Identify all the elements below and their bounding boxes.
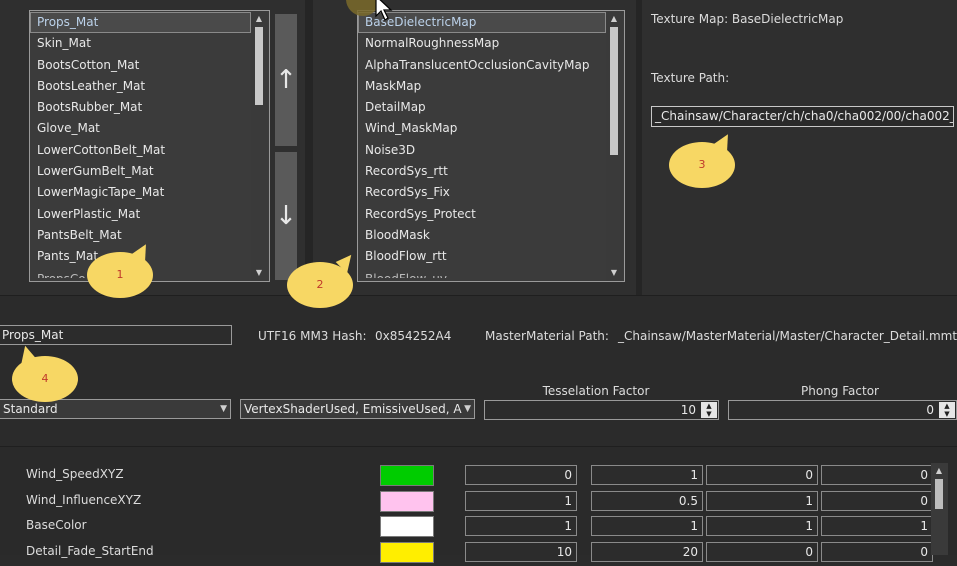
scroll-down-arrow-icon[interactable]: ▼ — [251, 265, 267, 281]
mouse-cursor-icon — [375, 0, 393, 21]
param-value-field[interactable]: 0.5 — [591, 490, 703, 511]
texture-list-item[interactable]: RecordSys_rtt — [358, 161, 606, 182]
material-list-item[interactable]: Props_Mat — [30, 12, 251, 34]
texture-list-item[interactable]: RecordSys_Protect — [358, 204, 606, 225]
tesselation-factor-value: 10 — [680, 403, 696, 417]
phong-factor-value: 0 — [926, 403, 934, 417]
scroll-thumb[interactable] — [935, 479, 943, 509]
chevron-down-icon: ▼ — [462, 400, 471, 418]
color-swatch[interactable] — [380, 541, 434, 563]
annotation-bubble-3: 3 — [669, 142, 735, 188]
material-list-item[interactable]: BootsRubber_Mat — [30, 97, 251, 118]
hash-value: 0x854252A4 — [375, 329, 452, 343]
material-list-item[interactable]: LowerGumBelt_Mat — [30, 161, 251, 182]
param-row: Wind_SpeedXYZ 0 1 0 0 — [0, 463, 933, 489]
param-name: Wind_InfluenceXYZ — [26, 492, 142, 507]
texture-path-field[interactable]: _Chainsaw/Character/ch/cha0/cha002/00/ch… — [651, 106, 954, 127]
material-list[interactable]: Props_Mat Skin_Mat BootsCotton_Mat BootsLea… — [29, 10, 270, 282]
move-up-button[interactable]: ↑ — [275, 14, 297, 146]
param-value-field[interactable]: 0 — [465, 465, 577, 485]
scroll-up-arrow-icon[interactable]: ▲ — [251, 11, 267, 27]
param-value-field[interactable]: 1 — [706, 516, 818, 536]
phong-factor-label: Phong Factor — [801, 384, 879, 398]
scroll-up-arrow-icon[interactable]: ▲ — [606, 11, 622, 27]
annotation-bubble-4: 4 — [12, 356, 78, 402]
param-value-field[interactable]: 0 — [821, 541, 933, 562]
annotation-bubble-1: 1 — [87, 252, 153, 298]
material-list-item[interactable]: Skin_Mat — [30, 33, 251, 54]
annotation-bubble-2: 2 — [287, 262, 353, 308]
shader-flags-select[interactable]: VertexShaderUsed, EmissiveUsed, Al ▼ — [240, 399, 475, 419]
material-list-item[interactable]: LowerMagicTape_Mat — [30, 182, 251, 203]
param-value-field[interactable]: 10 — [465, 541, 577, 562]
tesselation-factor-input[interactable]: 10 ▲ ▼ — [484, 400, 719, 420]
texture-list-item[interactable]: NormalRoughnessMap — [358, 33, 606, 54]
texture-list[interactable]: BaseDielectricMap NormalRoughnessMap Alpha… — [357, 10, 625, 282]
texture-list-item[interactable]: BloodFlow_uv — [358, 268, 606, 278]
shading-mode-select[interactable]: Standard ▼ — [0, 399, 231, 419]
texture-list-scrollbar[interactable]: ▲ ▼ — [606, 11, 623, 281]
panel-divider — [305, 0, 313, 295]
param-row: Detail_Fade_StartEnd 10 20 0 0 — [0, 540, 933, 566]
arrow-up-icon: ↑ — [275, 65, 297, 95]
color-swatch[interactable] — [380, 516, 434, 537]
param-value-field[interactable]: 0 — [706, 465, 818, 485]
hash-label: UTF16 MM3 Hash: — [258, 329, 367, 343]
phong-factor-input[interactable]: 0 ▲ ▼ — [728, 400, 957, 420]
chevron-down-icon: ▼ — [220, 404, 227, 414]
material-list-item[interactable]: LowerCottonBelt_Mat — [30, 140, 251, 161]
color-swatch[interactable] — [380, 465, 434, 486]
texture-map-label: Texture Map: BaseDielectricMap — [651, 12, 844, 26]
material-list-item[interactable]: BootsCotton_Mat — [30, 55, 251, 76]
param-value-field[interactable]: 1 — [465, 516, 577, 536]
scroll-up-arrow-icon[interactable]: ▲ — [931, 463, 947, 479]
texture-path-label: Texture Path: — [651, 71, 730, 85]
param-value-field[interactable]: 0 — [821, 490, 933, 511]
param-value-field[interactable]: 20 — [591, 541, 703, 562]
material-properties-panel — [0, 295, 957, 446]
texture-list-item[interactable]: Noise3D — [358, 140, 606, 161]
param-row: BaseColor 1 1 1 1 — [0, 514, 933, 540]
parameters-panel: Wind_SpeedXYZ 0 1 0 0 Wind_InfluenceXYZ 1 0.5 1 0… — [0, 446, 957, 563]
param-row: Wind_InfluenceXYZ 1 0.5 1 0 — [0, 489, 933, 515]
texture-list-item[interactable]: DetailMap — [358, 97, 606, 118]
param-value-field[interactable]: 1 — [591, 516, 703, 536]
shader-flags-value: VertexShaderUsed, EmissiveUsed, Al — [244, 402, 465, 416]
param-name: Detail_Fade_StartEnd — [26, 543, 154, 558]
parameters-scrollbar[interactable]: ▲ — [931, 463, 948, 555]
param-value-field[interactable]: 1 — [591, 465, 703, 485]
param-value-field[interactable]: 1 — [465, 490, 577, 511]
param-value-field[interactable]: 0 — [821, 465, 933, 485]
color-swatch[interactable] — [380, 490, 434, 512]
param-name: BaseColor — [26, 518, 87, 532]
param-value-field[interactable]: 1 — [706, 490, 818, 511]
scroll-thumb[interactable] — [610, 27, 618, 155]
shading-mode-value: Standard — [3, 402, 58, 416]
spin-updown-icon[interactable]: ▲ ▼ — [701, 402, 717, 418]
move-down-button[interactable]: ↓ — [275, 152, 297, 280]
material-list-item[interactable]: BootsLeather_Mat — [30, 76, 251, 97]
texture-list-item[interactable]: AlphaTranslucentOcclusionCavityMap — [358, 55, 606, 76]
material-list-item[interactable]: LowerPlastic_Mat — [30, 204, 251, 225]
material-name-field[interactable]: Props_Mat — [0, 325, 232, 345]
material-list-item[interactable]: Glove_Mat — [30, 118, 251, 139]
texture-list-item[interactable]: MaskMap — [358, 76, 606, 97]
master-material-path-label: MasterMaterial Path: — [485, 329, 609, 343]
arrow-down-icon: ↓ — [275, 201, 297, 231]
spin-updown-icon[interactable]: ▲ ▼ — [939, 402, 955, 418]
scroll-thumb[interactable] — [255, 27, 263, 105]
param-value-field[interactable]: 1 — [821, 516, 933, 536]
scroll-down-arrow-icon[interactable]: ▼ — [606, 265, 622, 281]
master-material-path-value: _Chainsaw/MasterMaterial/Master/Characte… — [618, 329, 957, 343]
texture-list-item[interactable]: BloodMask — [358, 225, 606, 246]
param-value-field[interactable]: 0 — [706, 541, 818, 562]
texture-list-item[interactable]: BloodFlow_rtt — [358, 246, 606, 267]
texture-list-item[interactable]: RecordSys_Fix — [358, 182, 606, 203]
panel-divider — [636, 0, 642, 295]
tesselation-factor-label: Tesselation Factor — [542, 384, 650, 398]
param-name: Wind_SpeedXYZ — [26, 467, 124, 481]
material-list-scrollbar[interactable]: ▲ ▼ — [251, 11, 268, 281]
texture-list-item[interactable]: Wind_MaskMap — [358, 118, 606, 139]
